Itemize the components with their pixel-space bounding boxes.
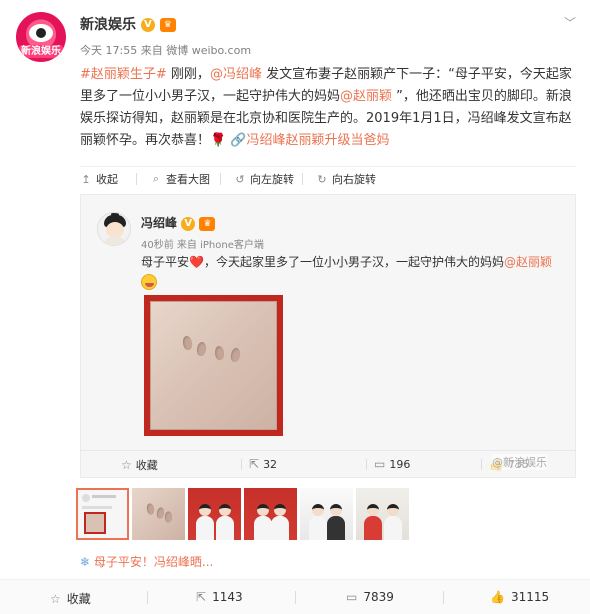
rotate-right-icon: ↻ [317, 172, 327, 186]
repost-fav-label: 收藏 [135, 459, 158, 472]
thumbnail-1[interactable] [76, 488, 129, 540]
divider [136, 173, 137, 185]
post-source[interactable]: 微博 weibo.com [166, 44, 251, 57]
mention-link-fengshaofeng[interactable]: @冯绍峰 [210, 67, 262, 82]
author-name[interactable]: 新浪娱乐 V ♛ [80, 14, 176, 34]
post-text-1: 刚刚， [166, 67, 210, 82]
verified-icon: V [140, 18, 155, 32]
divider [443, 591, 444, 604]
snowflake-icon: ❄ [80, 555, 91, 569]
chevron-down-icon[interactable]: ﹀ [564, 14, 576, 31]
like-count: 31115 [510, 590, 550, 604]
repost-text-2: ，今天起家里多了一位小小男子汉，一起守护伟大的妈妈 [203, 255, 504, 269]
article-link[interactable]: ❄ 母子平安！冯绍峰晒... [80, 553, 213, 570]
thumbnail-6[interactable] [356, 488, 409, 540]
thumbnail-2[interactable] [132, 488, 185, 540]
share-icon: ⇱ [249, 457, 260, 471]
repost-author[interactable]: 冯绍峰 V ♛ [141, 214, 216, 231]
collapse-icon: ↥ [81, 172, 91, 186]
share-icon: ⇱ [196, 590, 207, 604]
avatar-logo-text: 新浪娱乐 [19, 45, 63, 58]
thumbnail-4[interactable] [244, 488, 297, 540]
repost-comment-button[interactable]: ▭ 196 [374, 457, 410, 471]
post-meta: 今天 17:55 来自 微博 weibo.com [80, 42, 251, 58]
repost-text-1: 母子平安 [141, 255, 190, 269]
divider [302, 173, 303, 185]
thumbnail-3[interactable] [188, 488, 241, 540]
repost-avatar[interactable] [97, 212, 131, 246]
rose-icon: 🌹 [210, 133, 227, 148]
repost-text: 母子平安❤️，今天起家里多了一位小小男子汉，一起守护伟大的妈妈@赵丽颖 [141, 253, 561, 291]
repost-fav-button[interactable]: ☆ 收藏 [121, 457, 158, 473]
comment-icon: ▭ [346, 590, 358, 604]
rotate-left-icon: ↺ [235, 172, 245, 186]
collapse-label: 收起 [96, 173, 118, 186]
topic-link[interactable]: 🔗冯绍峰赵丽颖升级当爸妈 [230, 133, 389, 148]
repost-source-prefix: 来自 [176, 240, 197, 251]
post-text: #赵丽颖生子# 刚刚，@冯绍峰 发文宣布妻子赵丽颖产下一子：“母子平安，今天起家… [80, 64, 576, 152]
divider [295, 591, 296, 604]
repost-share-button[interactable]: ⇱ 32 [249, 457, 277, 471]
view-large-label: 查看大图 [166, 173, 210, 186]
verified-icon: V [181, 216, 196, 231]
watermark: @新浪娱乐 [492, 454, 547, 470]
divider [241, 459, 242, 470]
collapse-button[interactable]: ↥ 收起 [80, 171, 118, 187]
comment-button[interactable]: ▭ 7839 [346, 590, 394, 604]
star-icon: ☆ [50, 591, 61, 606]
repost-comment-count: 196 [389, 457, 411, 471]
vip-crown-icon: ♛ [199, 216, 216, 231]
repost-time[interactable]: 40秒前 [141, 240, 174, 251]
mention-link-zhaoliying[interactable]: @赵丽颖 [340, 89, 392, 104]
like-button[interactable]: 👍 31115 [490, 590, 549, 604]
kiss-emoji-icon [141, 273, 157, 290]
star-icon: ☆ [121, 458, 132, 472]
repost-share-count: 32 [263, 457, 278, 471]
view-large-button[interactable]: ⌕ 查看大图 [150, 171, 210, 187]
repost-author-name[interactable]: 冯绍峰 [141, 216, 177, 230]
repost-mention-link[interactable]: @赵丽颖 [504, 255, 552, 269]
divider [481, 459, 482, 470]
rotate-right-label: 向右旋转 [332, 173, 376, 186]
source-prefix: 来自 [140, 44, 163, 57]
image-toolbar: ↥ 收起 ⌕ 查看大图 ↺ 向左旋转 ↻ 向右旋转 [80, 166, 576, 188]
comment-icon: ▭ [374, 457, 386, 471]
divider [366, 459, 367, 470]
thumbnail-5[interactable] [300, 488, 353, 540]
author-name-text[interactable]: 新浪娱乐 [80, 17, 136, 33]
fav-button[interactable]: ☆ 收藏 [50, 590, 91, 607]
divider [220, 173, 221, 185]
post-time[interactable]: 今天 17:55 [80, 44, 137, 57]
article-link-text[interactable]: 母子平安！冯绍峰晒... [94, 555, 213, 569]
repost-button[interactable]: ⇱ 1143 [196, 590, 243, 604]
rotate-left-label: 向左旋转 [250, 173, 294, 186]
heart-icon: ❤️ [189, 255, 204, 269]
comment-count: 7839 [363, 590, 394, 604]
link-icon: 🔗 [230, 133, 247, 148]
repost-count: 1143 [212, 590, 243, 604]
footprint-image[interactable] [144, 295, 283, 436]
rotate-right-button[interactable]: ↻ 向右旋转 [316, 171, 376, 187]
thumbs-up-icon: 👍 [490, 590, 505, 604]
divider [147, 591, 148, 604]
magnifier-icon: ⌕ [152, 172, 160, 185]
vip-crown-icon: ♛ [159, 18, 176, 32]
topic-link-text[interactable]: 冯绍峰赵丽颖升级当爸妈 [247, 133, 390, 148]
hashtag-link[interactable]: #赵丽颖生子# [80, 67, 167, 82]
bottom-action-bar: ☆ 收藏 ⇱ 1143 ▭ 7839 👍 31115 [0, 579, 590, 614]
footprint-tile [150, 301, 277, 430]
repost-source: iPhone客户端 [200, 240, 264, 251]
author-avatar[interactable]: 新浪娱乐 [16, 12, 66, 62]
image-thumbnails [76, 488, 409, 544]
repost-meta: 40秒前 来自 iPhone客户端 [141, 236, 264, 251]
fav-label: 收藏 [66, 592, 91, 606]
rotate-left-button[interactable]: ↺ 向左旋转 [234, 171, 294, 187]
